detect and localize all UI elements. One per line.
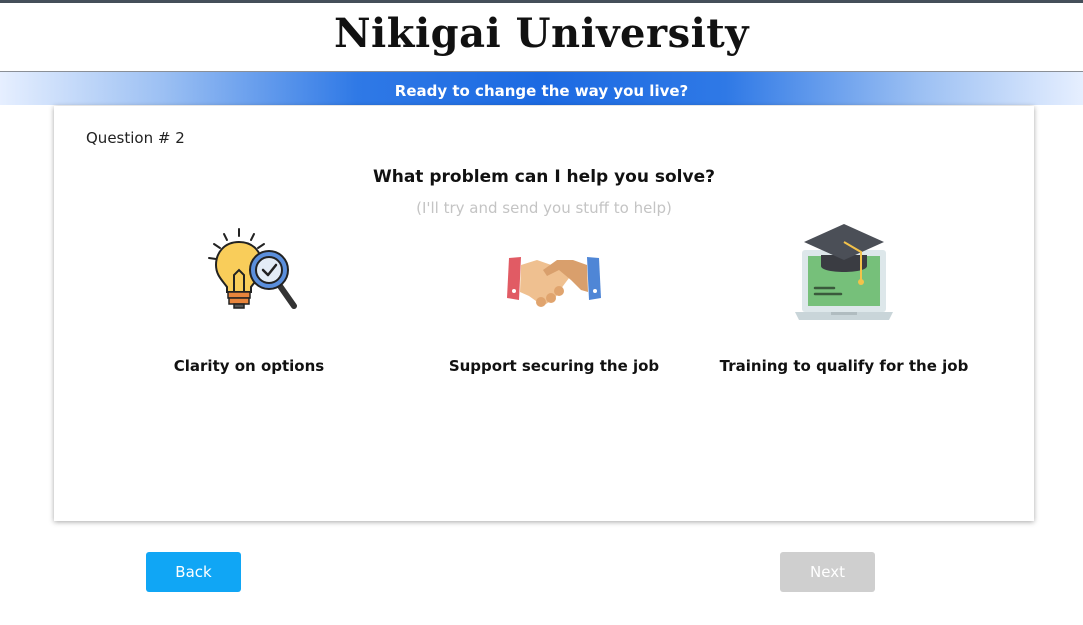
question-number: Question # 2	[86, 129, 185, 147]
site-header: Nikigai University	[0, 3, 1083, 72]
question-card: Question # 2 What problem can I help you…	[54, 106, 1034, 521]
option-clarity-on-options[interactable]: Clarity on options	[99, 220, 399, 380]
option-label: Support securing the job	[448, 357, 660, 375]
site-title: Nikigai University	[333, 10, 750, 57]
option-label: Clarity on options	[173, 357, 325, 375]
next-button[interactable]: Next	[780, 552, 875, 592]
question-hint: (I'll try and send you stuff to help)	[416, 199, 672, 217]
handshake-icon	[499, 220, 609, 325]
tagline-banner: Ready to change the way you live?	[0, 72, 1083, 105]
back-button[interactable]: Back	[146, 552, 241, 592]
option-label: Training to qualify for the job	[719, 357, 969, 375]
tagline-text: Ready to change the way you live?	[394, 82, 689, 100]
graduation-laptop-icon	[789, 220, 899, 325]
lightbulb-magnifier-icon	[194, 220, 304, 325]
question-text: What problem can I help you solve?	[372, 167, 715, 187]
option-training-to-qualify[interactable]: Training to qualify for the job	[694, 220, 994, 380]
option-support-securing-the-job[interactable]: Support securing the job	[404, 220, 704, 380]
